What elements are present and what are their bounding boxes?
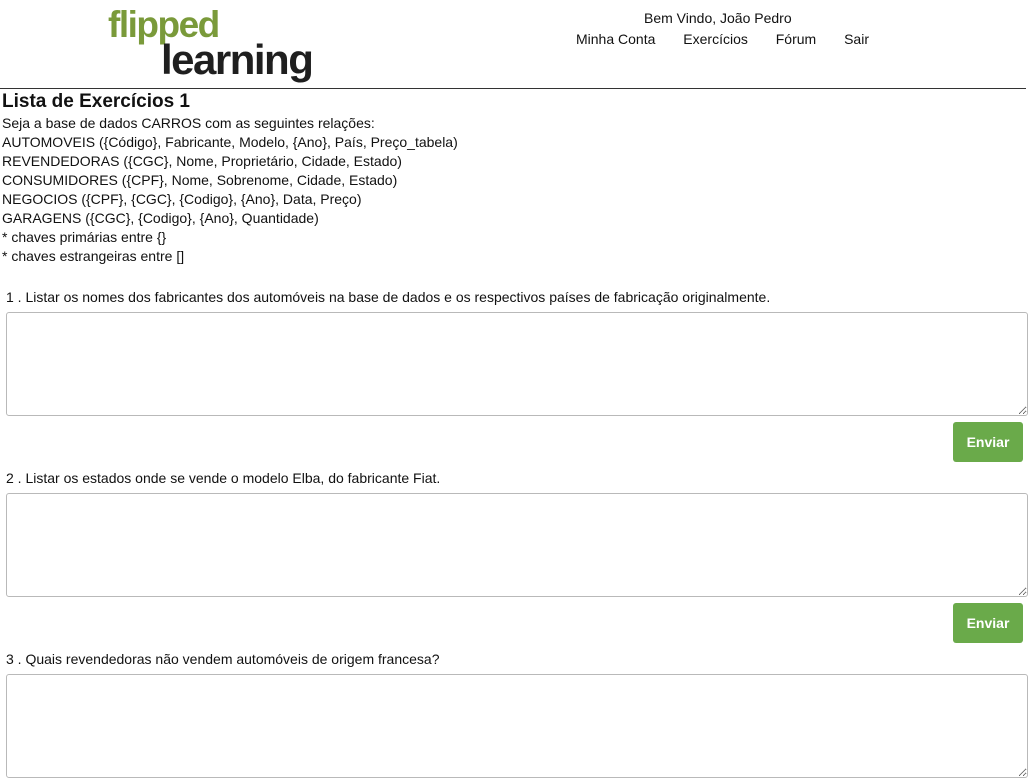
question-1-text: 1 . Listar os nomes dos fabricantes dos … xyxy=(6,289,771,305)
description-line: AUTOMOVEIS ({Código}, Fabricante, Modelo… xyxy=(2,134,458,150)
question-2-text: 2 . Listar os estados onde se vende o mo… xyxy=(6,470,441,486)
description-line: CONSUMIDORES ({CPF}, Nome, Sobrenome, Ci… xyxy=(2,172,398,188)
nav-forum[interactable]: Fórum xyxy=(776,31,816,47)
question-1-answer-input[interactable] xyxy=(6,312,1028,416)
welcome-message: Bem Vindo, João Pedro xyxy=(644,10,792,26)
description-line: Seja a base de dados CARROS com as segui… xyxy=(2,115,375,131)
question-3-text: 3 . Quais revendedoras não vendem automó… xyxy=(6,651,440,667)
question-3-answer-input[interactable] xyxy=(6,674,1028,778)
nav-minha-conta[interactable]: Minha Conta xyxy=(576,31,655,47)
flipped-learning-logo[interactable]: flipped learning xyxy=(108,6,314,82)
question-2-answer-input[interactable] xyxy=(6,493,1028,597)
header-divider xyxy=(0,88,1026,89)
description-line: REVENDEDORAS ({CGC}, Nome, Proprietário,… xyxy=(2,153,402,169)
description-line: * chaves estrangeiras entre [] xyxy=(2,248,185,264)
description-line: GARAGENS ({CGC}, {Codigo}, {Ano}, Quanti… xyxy=(2,210,319,226)
page-title: Lista de Exercícios 1 xyxy=(2,91,190,112)
nav-sair[interactable]: Sair xyxy=(844,31,869,47)
question-1-submit-button[interactable]: Enviar xyxy=(953,422,1023,462)
nav-exercicios[interactable]: Exercícios xyxy=(683,31,748,47)
logo-word-learning: learning xyxy=(161,36,314,83)
description-line: NEGOCIOS ({CPF}, {CGC}, {Codigo}, {Ano},… xyxy=(2,191,362,207)
question-2-submit-button[interactable]: Enviar xyxy=(953,603,1023,643)
header: flipped learning Bem Vindo, João Pedro M… xyxy=(0,0,1033,88)
exercise-description: Seja a base de dados CARROS com as segui… xyxy=(2,114,1026,266)
description-line: * chaves primárias entre {} xyxy=(2,229,167,245)
main-content: Lista de Exercícios 1 Seja a base de dad… xyxy=(2,92,1026,266)
main-nav: Minha Conta Exercícios Fórum Sair xyxy=(576,31,893,47)
